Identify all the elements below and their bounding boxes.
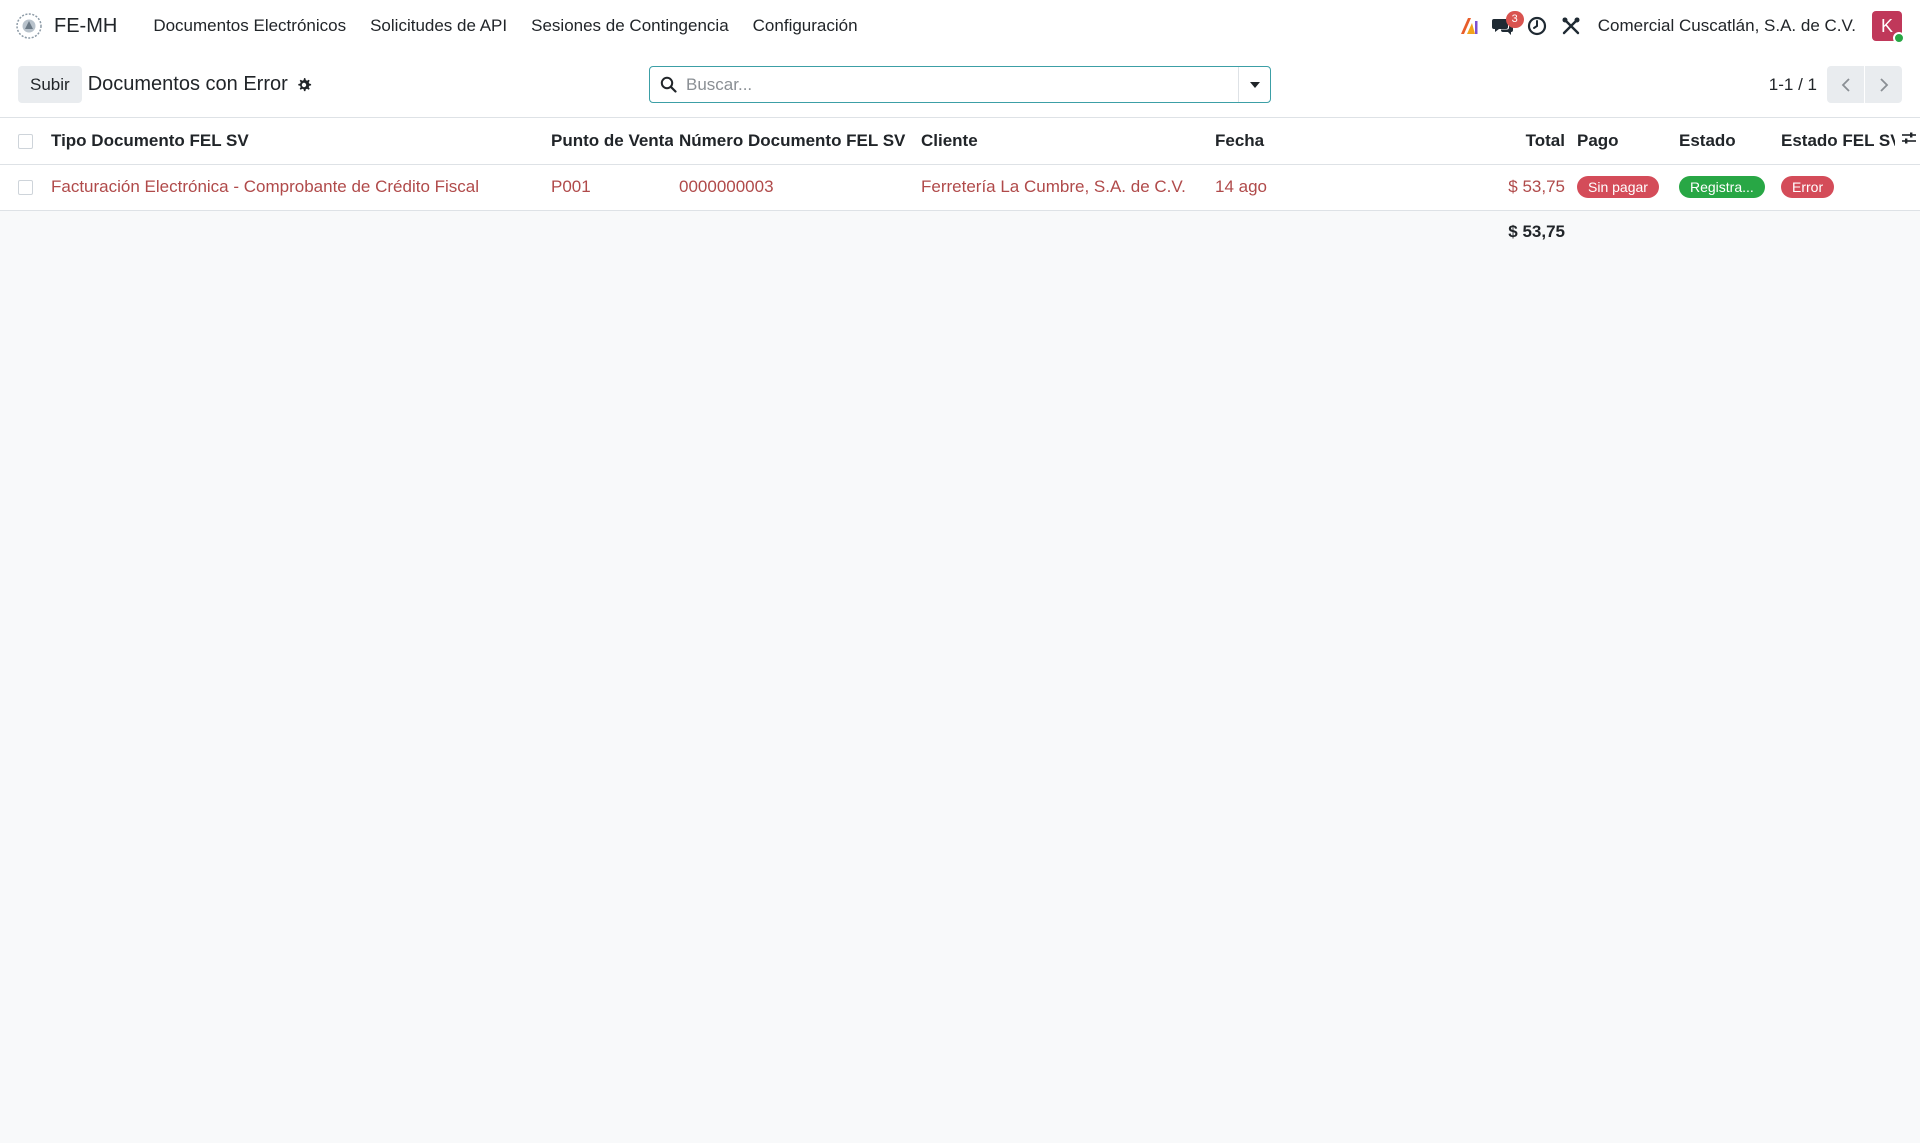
documents-table: Tipo Documento FEL SV Punto de Venta Núm… [0, 118, 1920, 254]
debug-tools-icon[interactable] [1554, 9, 1588, 43]
online-status-indicator [1893, 32, 1905, 44]
cell-punto-venta[interactable]: P001 [545, 164, 673, 211]
column-header-fecha[interactable]: Fecha [1209, 118, 1339, 165]
cell-tipo[interactable]: Facturación Electrónica - Comprobante de… [45, 164, 545, 211]
totals-empty-cell [1209, 210, 1339, 254]
column-header-pago[interactable]: Pago [1571, 118, 1673, 165]
cell-estado: Registra... [1673, 164, 1775, 211]
app-logo-icon[interactable] [14, 11, 44, 41]
column-header-tipo[interactable]: Tipo Documento FEL SV [45, 118, 545, 165]
totals-empty-cell [915, 210, 1209, 254]
row-select-cell [0, 164, 45, 211]
totals-empty-cell [1775, 210, 1895, 254]
messages-icon[interactable]: 3 [1486, 9, 1524, 43]
chevron-left-icon [1841, 77, 1850, 92]
column-header-punto-venta[interactable]: Punto de Venta [545, 118, 673, 165]
search-options-toggle[interactable] [1238, 67, 1270, 102]
search-input[interactable] [686, 67, 1238, 102]
table-header-row: Tipo Documento FEL SV Punto de Venta Núm… [0, 118, 1920, 165]
pager-previous-button[interactable] [1827, 66, 1864, 103]
column-header-estado[interactable]: Estado [1673, 118, 1775, 165]
menu-item-sesiones-contingencia[interactable]: Sesiones de Contingencia [519, 16, 741, 36]
control-panel: Subir Documentos con Error 1-1 / 1 [0, 52, 1920, 118]
activity-clock-icon[interactable] [1520, 9, 1554, 43]
totals-empty-cell [1673, 210, 1775, 254]
cell-cliente[interactable]: Ferretería La Cumbre, S.A. de C.V. [915, 164, 1209, 211]
totals-empty-cell [673, 210, 915, 254]
upload-button[interactable]: Subir [18, 66, 82, 103]
cell-pago: Sin pagar [1571, 164, 1673, 211]
menu-item-solicitudes-api[interactable]: Solicitudes de API [358, 16, 519, 36]
row-checkbox[interactable] [18, 180, 33, 196]
totals-empty-cell [545, 210, 673, 254]
totals-empty-cell [45, 210, 545, 254]
pager: 1-1 / 1 [1769, 66, 1902, 103]
column-header-estado-fel[interactable]: Estado FEL SV [1775, 118, 1895, 165]
search-bar [649, 66, 1271, 103]
menu-item-documentos-electronicos[interactable]: Documentos Electrónicos [141, 16, 358, 36]
select-all-cell [0, 118, 45, 165]
totals-empty-cell [1895, 210, 1920, 254]
search-icon [650, 76, 686, 93]
main-menu: Documentos Electrónicos Solicitudes de A… [141, 16, 869, 36]
cell-total[interactable]: $ 53,75 [1339, 164, 1571, 211]
totals-row: $ 53,75 [0, 210, 1920, 254]
cell-numero[interactable]: 0000000003 [673, 164, 915, 211]
optional-columns-toggle[interactable] [1895, 118, 1920, 165]
payment-status-badge: Sin pagar [1577, 176, 1659, 198]
column-header-total[interactable]: Total [1339, 118, 1571, 165]
document-list: Tipo Documento FEL SV Punto de Venta Núm… [0, 118, 1920, 254]
cell-fecha[interactable]: 14 ago [1209, 164, 1339, 211]
column-header-cliente[interactable]: Cliente [915, 118, 1209, 165]
user-avatar[interactable]: K [1872, 11, 1905, 44]
company-switcher[interactable]: Comercial Cuscatlán, S.A. de C.V. [1598, 16, 1856, 36]
app-name[interactable]: FE-MH [54, 15, 117, 38]
ai-assistant-icon[interactable] [1452, 9, 1486, 43]
menu-item-configuracion[interactable]: Configuración [741, 16, 870, 36]
caret-down-icon [1249, 81, 1260, 88]
state-badge: Registra... [1679, 176, 1765, 198]
cell-empty [1895, 164, 1920, 211]
gear-icon[interactable] [296, 77, 312, 93]
column-header-numero[interactable]: Número Documento FEL SV [673, 118, 915, 165]
sum-total: $ 53,75 [1339, 210, 1571, 254]
table-row[interactable]: Facturación Electrónica - Comprobante de… [0, 164, 1920, 211]
page-title: Documentos con Error [87, 73, 288, 95]
systray: 3 Comercial Cuscatlán, S.A. de C.V. K [1452, 0, 1920, 52]
pager-next-button[interactable] [1865, 66, 1902, 103]
sliders-icon [1902, 132, 1916, 144]
select-all-checkbox[interactable] [18, 133, 33, 149]
totals-empty-cell [0, 210, 45, 254]
totals-empty-cell [1571, 210, 1673, 254]
pager-value[interactable]: 1-1 / 1 [1769, 75, 1817, 95]
fel-status-badge: Error [1781, 176, 1835, 198]
cell-estado-fel: Error [1775, 164, 1895, 211]
avatar-initial: K [1880, 15, 1893, 36]
chevron-right-icon [1879, 77, 1888, 92]
top-navbar: FE-MH Documentos Electrónicos Solicitude… [0, 0, 1920, 52]
